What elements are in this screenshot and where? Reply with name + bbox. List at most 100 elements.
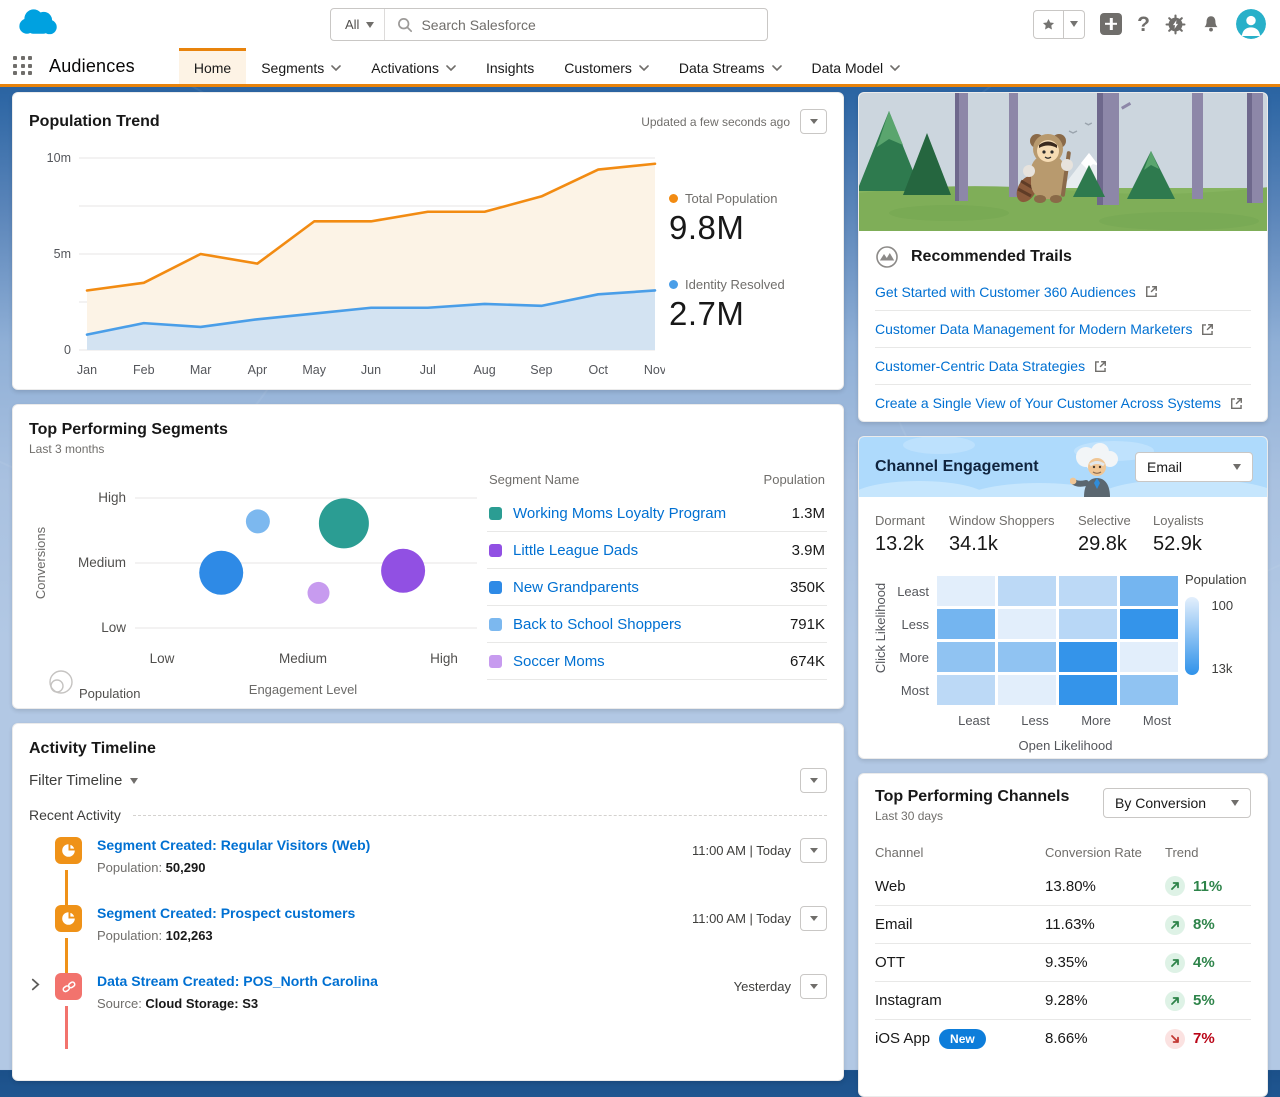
data-stream-icon xyxy=(55,973,82,1000)
favorites-dropdown-button[interactable] xyxy=(1064,9,1086,39)
timeline-item-title[interactable]: Data Stream Created: POS_North Carolina xyxy=(97,973,734,989)
heatmap-cell-more-more[interactable] xyxy=(1059,642,1117,672)
timeline-card-menu-button[interactable] xyxy=(800,768,827,793)
timeline-item-menu-button[interactable] xyxy=(800,838,827,863)
stat-window-shoppers: Window Shoppers 34.1k xyxy=(949,513,1078,556)
timeline-item-title[interactable]: Segment Created: Regular Visitors (Web) xyxy=(97,837,692,853)
segment-name-link[interactable]: Working Moms Loyalty Program xyxy=(513,505,792,522)
tab-label: Segments xyxy=(261,59,325,76)
heatmap-legend: Population 100 13k xyxy=(1185,572,1251,676)
tab-segments[interactable]: Segments xyxy=(246,48,356,84)
filter-timeline-label: Filter Timeline xyxy=(29,772,123,789)
trail-link[interactable]: Create a Single View of Your Customer Ac… xyxy=(875,384,1251,421)
search-scope-dropdown[interactable]: All xyxy=(331,9,386,40)
heatmap-cell-least-less[interactable] xyxy=(998,576,1056,606)
filter-timeline-dropdown[interactable]: Filter Timeline xyxy=(29,772,139,789)
heatmap-cell-most-less[interactable] xyxy=(998,675,1056,705)
trail-link[interactable]: Customer Data Management for Modern Mark… xyxy=(875,310,1251,347)
heatmap-cell-more-most[interactable] xyxy=(1120,642,1178,672)
trend-card-menu-button[interactable] xyxy=(800,109,827,134)
heatmap-col-label: Most xyxy=(1142,713,1172,728)
population-trend-chart: 10m 5m 0 Jan Feb Mar Apr May Jun Jul Aug Sep Oct Nov xyxy=(29,142,665,382)
app-navigation-bar: Audiences Home Segments Activations Insight… xyxy=(0,48,1280,87)
segment-name-link[interactable]: Soccer Moms xyxy=(513,653,790,670)
channels-col-header: Conversion Rate xyxy=(1045,844,1142,860)
tab-activations[interactable]: Activations xyxy=(356,48,471,84)
svg-text:Low: Low xyxy=(150,651,175,666)
heatmap-cell-more-less[interactable] xyxy=(998,642,1056,672)
svg-text:Sep: Sep xyxy=(530,363,552,377)
segment-color-swatch xyxy=(489,543,502,557)
setup-gear-icon[interactable] xyxy=(1165,14,1186,35)
segment-name-link[interactable]: New Grandparents xyxy=(513,579,790,596)
tab-insights[interactable]: Insights xyxy=(471,48,549,84)
sort-by-select[interactable]: By Conversion xyxy=(1103,788,1251,818)
bubble-new-grandparents[interactable] xyxy=(199,550,244,595)
bubble-soccer-moms[interactable] xyxy=(307,581,330,604)
nav-tabs: Home Segments Activations Insights Customers… xyxy=(178,48,916,84)
segment-name-link[interactable]: Little League Dads xyxy=(513,542,792,559)
heatmap-cell-most-least[interactable] xyxy=(937,675,995,705)
favorite-star-button[interactable] xyxy=(1033,9,1065,39)
heatmap-row-label: Less xyxy=(901,616,929,632)
new-badge: New xyxy=(939,1028,986,1049)
timeline-item: Data Stream Created: POS_North Carolina … xyxy=(29,973,827,1049)
channel-select[interactable]: Email xyxy=(1135,452,1253,482)
bubble-working-moms-loyalty-program[interactable] xyxy=(318,498,369,549)
notifications-bell-icon[interactable] xyxy=(1201,14,1221,34)
heatmap-cell-least-least[interactable] xyxy=(937,576,995,606)
app-launcher-icon[interactable] xyxy=(13,56,33,76)
legend-title: Population xyxy=(1185,572,1247,587)
heatmap-cell-less-more[interactable] xyxy=(1059,609,1117,639)
segment-name-link[interactable]: Back to School Shoppers xyxy=(513,616,790,633)
trend-up-icon xyxy=(1165,952,1185,973)
global-actions-button[interactable] xyxy=(1100,13,1123,35)
conversion-rate: 9.35% xyxy=(1045,954,1088,971)
stat-loyalists: Loyalists 52.9k xyxy=(1153,513,1204,556)
user-avatar[interactable] xyxy=(1236,9,1266,39)
timeline-item-menu-button[interactable] xyxy=(800,974,827,999)
heatmap-row-label: Most xyxy=(900,682,929,698)
segments-col-population: Population xyxy=(763,472,825,487)
chevron-down-icon xyxy=(366,21,375,28)
channels-table-header: Channel Conversion Rate Trend xyxy=(875,837,1251,867)
timeline-item-title[interactable]: Segment Created: Prospect customers xyxy=(97,905,692,921)
search-icon xyxy=(397,17,413,33)
heatmap-cell-less-least[interactable] xyxy=(937,609,995,639)
bubble-back-to-school-shoppers[interactable] xyxy=(245,509,270,534)
tab-customers[interactable]: Customers xyxy=(549,48,664,84)
table-row: Little League Dads 3.9M xyxy=(487,532,827,569)
segment-population: 350K xyxy=(789,578,825,596)
trail-link[interactable]: Customer-Centric Data Strategies xyxy=(875,347,1251,384)
heatmap-cell-least-most[interactable] xyxy=(1120,576,1178,606)
trail-link[interactable]: Get Started with Customer 360 Audiences xyxy=(875,273,1251,310)
trail-link-label: Create a Single View of Your Customer Ac… xyxy=(875,395,1222,411)
svg-text:Aug: Aug xyxy=(473,363,495,377)
heatmap-cell-least-more[interactable] xyxy=(1059,576,1117,606)
tab-data-streams[interactable]: Data Streams xyxy=(664,48,797,84)
svg-text:Engagement Level: Engagement Level xyxy=(249,682,358,697)
salesforce-logo-icon[interactable] xyxy=(16,6,58,38)
channels-table: Channel Conversion Rate Trend Web 13.80% 1… xyxy=(875,837,1251,1057)
svg-text:High: High xyxy=(430,651,458,666)
bubble-little-league-dads[interactable] xyxy=(381,548,426,593)
heatmap-cell-most-more[interactable] xyxy=(1059,675,1117,705)
heatmap-cell-less-less[interactable] xyxy=(998,609,1056,639)
svg-text:Low: Low xyxy=(101,620,126,635)
expand-chevron-icon[interactable] xyxy=(29,978,42,991)
trailhead-icon xyxy=(875,245,899,269)
heatmap-cell-less-most[interactable] xyxy=(1120,609,1178,639)
svg-text:Jan: Jan xyxy=(77,363,97,377)
chevron-down-icon xyxy=(809,778,818,783)
tab-data-model[interactable]: Data Model xyxy=(797,48,916,84)
heatmap-cell-more-least[interactable] xyxy=(937,642,995,672)
search-input[interactable] xyxy=(421,16,767,33)
help-icon[interactable]: ? xyxy=(1137,14,1150,35)
timeline-item-timestamp: Yesterday xyxy=(733,979,791,994)
kpi-value: 9.8M xyxy=(669,209,745,246)
right-column: Recommended Trails Get Started with Cust… xyxy=(858,92,1268,1097)
heatmap-x-axis-label: Open Likelihood xyxy=(1018,738,1113,753)
timeline-item-menu-button[interactable] xyxy=(800,906,827,931)
tab-home[interactable]: Home xyxy=(178,48,247,84)
heatmap-cell-most-most[interactable] xyxy=(1120,675,1178,705)
